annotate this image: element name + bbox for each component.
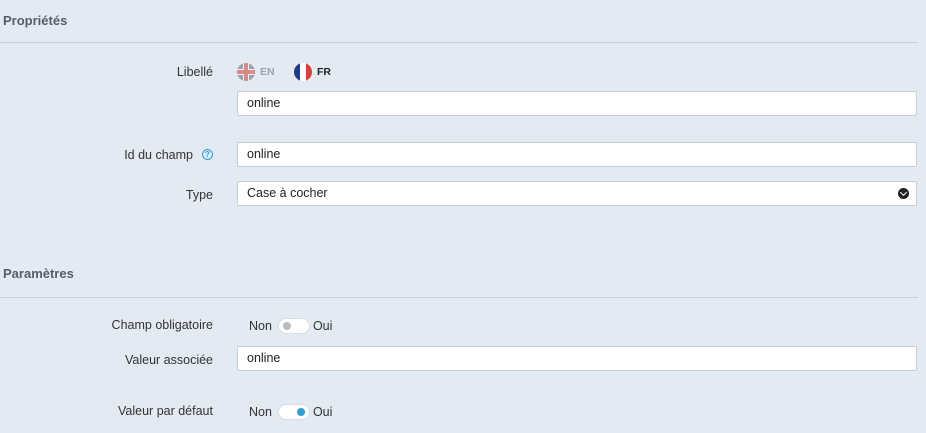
switch-knob (296, 408, 305, 416)
label-field-id: Id du champ (124, 148, 193, 162)
lang-code-en: EN (260, 66, 275, 78)
section-divider (0, 42, 918, 43)
field-id-input[interactable]: online (237, 142, 917, 167)
label-required: Champ obligatoire (111, 318, 213, 332)
label-default-value: Valeur par défaut (118, 404, 213, 418)
lang-code-fr: FR (317, 66, 331, 78)
section-title-properties: Propriétés (3, 13, 68, 28)
type-select-value: Case à cocher (247, 186, 328, 200)
lang-tab-fr[interactable]: FR (294, 63, 331, 81)
chevron-down-circle-icon (898, 188, 909, 199)
label-type: Type (185, 188, 213, 202)
required-off-label[interactable]: Non (249, 319, 272, 333)
uk-flag-icon (237, 63, 255, 81)
section-title-parameters: Paramètres (3, 266, 74, 281)
type-select[interactable]: Case à cocher (237, 181, 917, 206)
required-switch[interactable] (277, 318, 310, 334)
required-on-label[interactable]: Oui (313, 319, 332, 333)
switch-knob (282, 322, 291, 330)
default-switch[interactable] (277, 404, 310, 420)
label-libelle: Libellé (176, 65, 213, 79)
default-toggle-row: Non Oui (249, 404, 332, 420)
question-circle-icon[interactable]: ? (202, 149, 213, 160)
required-toggle-row: Non Oui (249, 318, 332, 334)
label-associated-value: Valeur associée (124, 353, 213, 367)
associated-value-input[interactable]: online (237, 346, 917, 371)
section-divider (0, 297, 918, 298)
default-on-label[interactable]: Oui (313, 405, 332, 419)
lang-tab-en[interactable]: EN (237, 63, 275, 81)
default-off-label[interactable]: Non (249, 405, 272, 419)
fr-flag-icon (294, 63, 312, 81)
libelle-input[interactable]: online (237, 91, 917, 116)
